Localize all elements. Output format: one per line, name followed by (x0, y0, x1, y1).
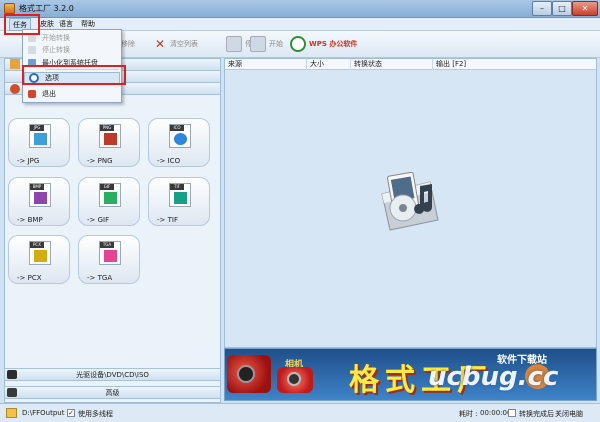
remove-label: 移除 (121, 40, 135, 48)
menu-item-label: 开始转换 (42, 34, 70, 42)
column-output[interactable]: 输出 [F2] (433, 59, 596, 70)
wps-office-button[interactable]: WPS 办公软件 (290, 35, 357, 53)
format-label: -> BMP (17, 216, 43, 224)
window-title: 格式工厂 3.2.0 (19, 4, 74, 13)
png-file-icon: PNG (99, 124, 121, 148)
menu-item-exit[interactable]: 退出 (24, 88, 120, 100)
picture-icon (34, 133, 47, 145)
after-done-checkbox[interactable] (508, 409, 516, 417)
format-label: -> PCX (17, 274, 42, 282)
multithread-checkbox[interactable]: ✓ (67, 409, 75, 417)
play-icon (250, 36, 266, 52)
title-bar: 格式工厂 3.2.0 – □ ✕ (0, 0, 600, 18)
format-tile-tif[interactable]: TIF -> TIF (148, 177, 210, 226)
start-button[interactable]: 开始 (250, 35, 283, 53)
elapsed-time: 00:00:00 (480, 409, 512, 417)
file-tag: PNG (100, 125, 114, 131)
exit-icon (28, 90, 36, 98)
folder-icon[interactable] (6, 408, 17, 418)
start-label: 开始 (269, 40, 283, 48)
menu-highlight-box (4, 14, 40, 35)
video-category-icon (10, 59, 20, 69)
column-status[interactable]: 转换状态 (351, 59, 433, 70)
disc-drive-icon (7, 370, 17, 379)
format-label: -> ICO (157, 157, 181, 165)
info-icon (174, 133, 187, 145)
format-tile-bmp[interactable]: BMP -> BMP (8, 177, 70, 226)
bmp-file-icon: BMP (29, 183, 51, 207)
column-source[interactable]: 来源 (225, 59, 307, 70)
options-highlight-box (22, 65, 126, 85)
gif-file-icon: GIF (99, 183, 121, 207)
file-tag: TGA (100, 242, 114, 248)
jpg-file-icon: JPG (29, 124, 51, 148)
maximize-button[interactable]: □ (552, 1, 572, 16)
format-tile-jpg[interactable]: JPG -> JPG (8, 118, 70, 167)
wps-icon (290, 36, 306, 52)
file-tag: JPG (30, 125, 44, 131)
picture-icon (104, 133, 117, 145)
close-button[interactable]: ✕ (572, 1, 598, 16)
column-size[interactable]: 大小 (307, 59, 351, 70)
wps-label: WPS 办公软件 (309, 40, 358, 48)
minimize-button[interactable]: – (532, 1, 552, 16)
format-tile-tga[interactable]: TGA -> TGA (78, 235, 140, 284)
file-tag: TIF (170, 184, 184, 190)
category-advanced[interactable]: 高级 (4, 386, 221, 399)
output-path[interactable]: D:\FFOutput (22, 409, 64, 417)
file-tag: PCX (30, 242, 44, 248)
image-category-icon (10, 84, 20, 94)
picture-icon (34, 192, 47, 204)
format-label: -> JPG (17, 157, 40, 165)
app-icon (4, 3, 15, 14)
format-tile-ico[interactable]: ICO -> ICO (148, 118, 210, 167)
clear-list-label: 清空列表 (170, 40, 198, 48)
format-tile-pcx[interactable]: PCX -> PCX (8, 235, 70, 284)
clear-list-button[interactable]: ✕ 清空列表 (153, 35, 198, 53)
tif-file-icon: TIF (169, 183, 191, 207)
shutdown-option[interactable]: 关闭电脑 (555, 409, 583, 419)
file-tag: GIF (100, 184, 114, 190)
stop-icon (28, 46, 36, 54)
picture-icon (104, 250, 117, 262)
advanced-icon (7, 388, 17, 397)
status-bar: D:\FFOutput ✓ 使用多线程 耗时 : 00:00:00 转换完成后 … (0, 403, 600, 422)
file-tag: BMP (30, 184, 44, 190)
stop-icon (226, 36, 242, 52)
format-panel (4, 58, 221, 403)
pcx-file-icon: PCX (29, 241, 51, 265)
clear-x-icon: ✕ (154, 37, 166, 51)
menu-item-label: 退出 (42, 90, 56, 98)
list-header: 来源 大小 转换状态 输出 [F2] (225, 59, 596, 70)
format-label: -> PNG (87, 157, 113, 165)
watermark-brand: ucbug.cc (428, 362, 559, 392)
format-factory-logo-icon (381, 172, 439, 231)
ico-file-icon: ICO (169, 124, 191, 148)
lens-icon (237, 365, 255, 383)
tga-file-icon: TGA (99, 241, 121, 265)
picture-icon (34, 250, 47, 262)
start-icon (28, 34, 36, 42)
format-label: -> TIF (157, 216, 178, 224)
elapsed-label: 耗时 : (459, 410, 478, 418)
format-tile-gif[interactable]: GIF -> GIF (78, 177, 140, 226)
menu-item-stop-convert[interactable]: 停止转换 (24, 44, 120, 56)
picture-icon (174, 192, 187, 204)
file-tag: ICO (170, 125, 184, 131)
menu-item-label: 停止转换 (42, 46, 70, 54)
format-label: -> TGA (87, 274, 113, 282)
video-camera-icon (227, 355, 271, 393)
after-done-label: 转换完成后 : (519, 410, 559, 418)
format-label: -> GIF (87, 216, 110, 224)
picture-icon (104, 192, 117, 204)
multithread-label: 使用多线程 (78, 410, 113, 418)
lens-icon (287, 372, 301, 386)
category-rom-device[interactable]: 光驱设备\DVD\CD\ISO (4, 368, 221, 381)
format-tile-png[interactable]: PNG -> PNG (78, 118, 140, 167)
photo-camera-icon (277, 367, 313, 393)
